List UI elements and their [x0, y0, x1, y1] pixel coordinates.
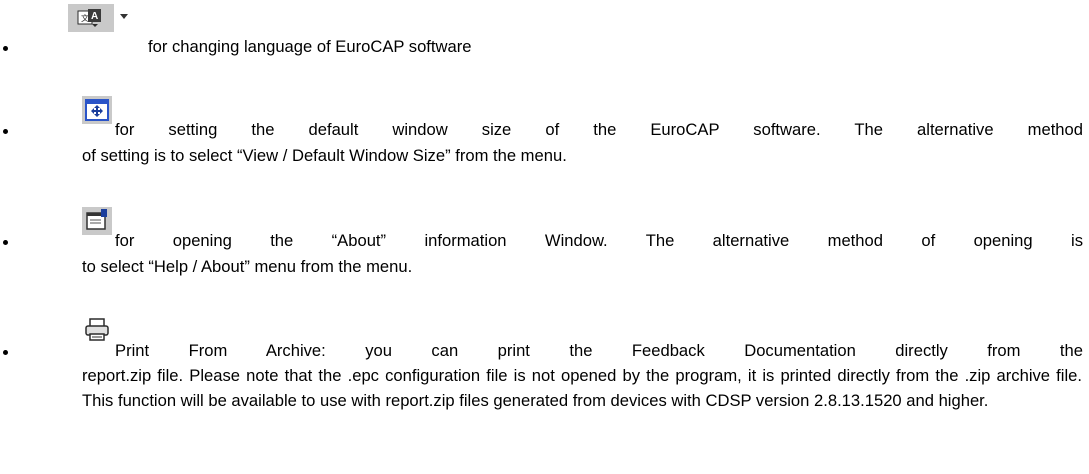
svg-text:A: A [91, 11, 98, 22]
bullet-text-continuation: to select “Help / About” menu from the m… [82, 257, 413, 276]
svg-text:文: 文 [81, 13, 89, 23]
bullet-text-continuation: report.zip file. Please note that the .e… [82, 366, 1082, 410]
bullet [3, 129, 8, 134]
bullet-text-line1: Print From Archive: you can print the Fe… [115, 341, 1083, 360]
default-window-size-icon [82, 96, 112, 124]
bullet [3, 240, 8, 245]
bullet [3, 46, 8, 51]
bullet-text-line1: for opening the “About” information Wind… [115, 231, 1083, 250]
language-flag-icon: 文 A [68, 4, 128, 32]
printer-icon [85, 318, 109, 341]
bullet-text-continuation: of setting is to select “View / Default … [82, 146, 567, 165]
bullet [3, 350, 8, 355]
bullet-text-line1: for setting the default window size of t… [115, 120, 1083, 139]
about-window-icon [82, 207, 112, 235]
bullet-text-line1: for changing language of EuroCAP softwar… [148, 37, 472, 56]
